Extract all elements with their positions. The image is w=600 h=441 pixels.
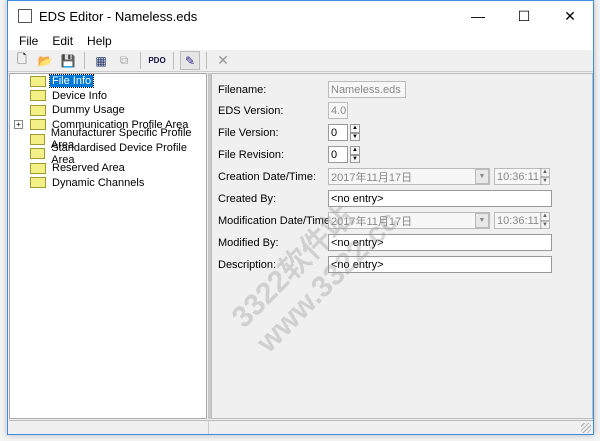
folder-icon: [30, 90, 46, 102]
filename-field: Nameless.eds: [328, 81, 406, 98]
creation-time-stepper: ▲ ▼: [540, 168, 550, 185]
toolbar-separator: [140, 52, 141, 69]
chevron-down-icon: ▼: [475, 213, 489, 228]
folder-icon: [30, 133, 45, 145]
creation-date-picker: 2017年11月17日: [328, 168, 490, 185]
modification-time-stepper: ▲ ▼: [540, 212, 550, 229]
folder-icon: [30, 119, 46, 131]
file-version-label: File Version:: [218, 127, 279, 139]
file-revision-label: File Revision:: [218, 149, 285, 161]
modified-by-label: Modified By:: [218, 237, 279, 249]
app-icon: [18, 9, 32, 23]
expand-icon[interactable]: +: [14, 120, 23, 130]
created-by-input[interactable]: <no entry>: [328, 190, 552, 207]
spin-down-icon[interactable]: ▼: [350, 132, 360, 141]
copy-icon[interactable]: ⧉: [114, 51, 134, 70]
open-folder-icon[interactable]: 📂: [35, 51, 55, 70]
edit-object-icon[interactable]: ✎: [180, 51, 200, 70]
file-revision-stepper[interactable]: ▲ ▼: [350, 146, 360, 163]
spin-down-icon[interactable]: ▼: [350, 154, 360, 163]
delete-icon[interactable]: ✕: [213, 51, 233, 70]
spin-up-icon: ▲: [540, 212, 550, 221]
tree-item-dummy-usage[interactable]: Dummy Usage: [10, 103, 206, 118]
file-info-form: Filename: Nameless.eds EDS Version: 4.0 …: [211, 73, 593, 419]
title-bar: EDS Editor - Nameless.eds — ☐ ✕: [8, 1, 593, 31]
spin-up-icon[interactable]: ▲: [350, 146, 360, 155]
modification-datetime-label: Modification Date/Time:: [218, 215, 334, 227]
spin-up-icon: ▲: [540, 168, 550, 177]
modification-date-picker: 2017年11月17日: [328, 212, 490, 229]
folder-icon: [30, 177, 46, 189]
file-revision-input[interactable]: 0: [328, 146, 348, 163]
folder-icon: [30, 75, 46, 87]
tree-item-label: File Info: [48, 74, 95, 89]
tree-item-standardised-device-profile-area[interactable]: Standardised Device Profile Area: [10, 142, 206, 166]
eds-editor-window: EDS Editor - Nameless.eds — ☐ ✕ File Edi…: [7, 0, 594, 435]
file-version-stepper[interactable]: ▲ ▼: [350, 124, 360, 141]
chevron-down-icon: ▼: [475, 169, 489, 184]
status-pane-left: [9, 421, 209, 434]
created-by-label: Created By:: [218, 193, 277, 205]
minimize-button[interactable]: —: [455, 1, 501, 31]
spin-up-icon[interactable]: ▲: [350, 124, 360, 133]
tree-item-file-info[interactable]: File Info: [10, 74, 206, 89]
menu-help[interactable]: Help: [80, 34, 119, 48]
status-bar: [9, 420, 593, 434]
tree-item-label: Device Info: [52, 89, 108, 102]
add-object-icon[interactable]: ▦: [91, 51, 111, 70]
menu-edit[interactable]: Edit: [45, 34, 80, 48]
save-icon[interactable]: 💾: [58, 51, 78, 70]
close-button[interactable]: ✕: [547, 1, 593, 31]
toolbar-separator: [173, 52, 174, 69]
spin-down-icon: ▼: [540, 176, 550, 185]
filename-label: Filename:: [218, 84, 267, 96]
description-input[interactable]: <no entry>: [328, 256, 552, 273]
status-pane-right: [209, 421, 593, 434]
modified-by-input[interactable]: <no entry>: [328, 234, 552, 251]
eds-version-field: 4.0: [328, 102, 348, 119]
toolbar-separator: [206, 52, 207, 69]
maximize-button[interactable]: ☐: [501, 1, 547, 31]
file-version-input[interactable]: 0: [328, 124, 348, 141]
window-title: EDS Editor - Nameless.eds: [39, 8, 198, 24]
menu-file[interactable]: File: [12, 34, 45, 48]
object-tree[interactable]: File Info Device Info Dummy Usage + Commu…: [9, 73, 207, 419]
folder-icon: [30, 162, 46, 174]
tree-item-device-info[interactable]: Device Info: [10, 89, 206, 104]
creation-datetime-label: Creation Date/Time:: [218, 171, 317, 183]
spin-down-icon: ▼: [540, 220, 550, 229]
toolbar-separator: [84, 52, 85, 69]
menu-bar: File Edit Help: [8, 31, 593, 50]
tree-item-label: Dummy Usage: [52, 104, 125, 117]
folder-icon: [30, 148, 46, 160]
new-file-icon[interactable]: 🗋: [12, 51, 32, 70]
eds-version-label: EDS Version:: [218, 105, 284, 117]
toolbar: 🗋 📂 💾 ▦ ⧉ PDO ✎ ✕: [8, 50, 593, 72]
tree-item-label: Dynamic Channels: [52, 176, 145, 189]
pdo-icon[interactable]: PDO: [147, 51, 167, 70]
tree-item-dynamic-channels[interactable]: Dynamic Channels: [10, 176, 206, 191]
resize-grip[interactable]: [581, 423, 591, 433]
creation-time-field: 10:36:11: [494, 168, 542, 185]
tree-item-label: Reserved Area: [52, 162, 125, 175]
tree-item-reserved-area[interactable]: Reserved Area: [10, 161, 206, 176]
folder-icon: [30, 104, 46, 116]
modification-time-field: 10:36:11: [494, 212, 542, 229]
description-label: Description:: [218, 259, 277, 271]
